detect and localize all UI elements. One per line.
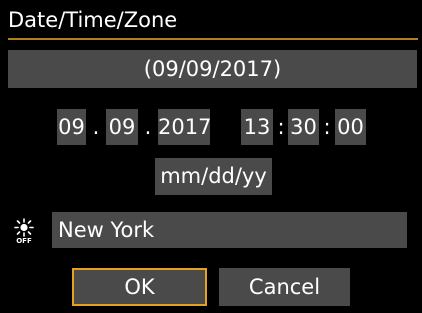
date-separator: . <box>144 115 152 139</box>
time-zone-field[interactable]: New York <box>52 212 407 248</box>
time-separator: : <box>277 115 285 139</box>
sun-off-icon[interactable]: OFF <box>12 218 36 244</box>
ok-button[interactable]: OK <box>72 268 207 306</box>
hour-field[interactable]: 13 <box>241 109 273 145</box>
time-separator: : <box>323 115 331 139</box>
month-field[interactable]: 09 <box>57 109 86 145</box>
date-time-zone-screen: Date/Time/Zone (09/09/2017) 09 . 09 . 20… <box>0 0 422 313</box>
date-preview: (09/09/2017) <box>8 50 417 88</box>
cancel-button[interactable]: Cancel <box>219 268 350 306</box>
title-divider <box>8 38 418 40</box>
second-field[interactable]: 00 <box>335 109 366 145</box>
svg-text:OFF: OFF <box>16 237 32 244</box>
minute-field[interactable]: 30 <box>288 109 319 145</box>
day-field[interactable]: 09 <box>106 109 138 145</box>
date-separator: . <box>92 115 100 139</box>
date-format-selector[interactable]: mm/dd/yy <box>155 158 272 195</box>
screen-title: Date/Time/Zone <box>8 8 178 32</box>
year-field[interactable]: 2017 <box>158 109 211 145</box>
